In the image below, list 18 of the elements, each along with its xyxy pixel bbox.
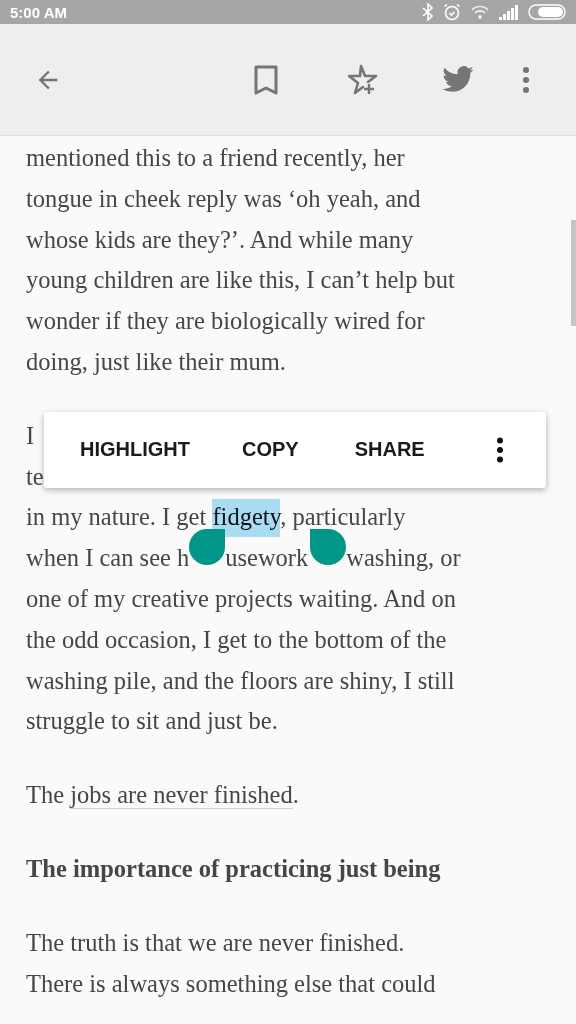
bluetooth-icon: [422, 3, 434, 21]
wifi-icon: [470, 4, 490, 20]
section-heading: The importance of practicing just being: [26, 853, 442, 884]
article-link[interactable]: jobs are never finished: [70, 781, 293, 810]
selection-handle[interactable]: [310, 528, 347, 565]
menu-action[interactable]: COPY: [228, 430, 313, 470]
more-vert-icon[interactable]: [496, 436, 504, 463]
battery-icon: [528, 4, 566, 20]
article-paragraph: The truth is that we are never finished. There is always something else that could: [26, 927, 437, 999]
selected-text: fidgety: [212, 499, 281, 538]
signal-icon: [499, 4, 519, 20]
alarm-icon: [443, 3, 461, 21]
selection-handle[interactable]: [189, 528, 226, 565]
menu-action[interactable]: HIGHLIGHT: [66, 430, 204, 470]
article-paragraph: mentioned this to a friend recently, her tongue in cheek reply was ‘oh yeah, and whose kids are they?’. And while many young children are like this, I can’t help but wonder if they are biologically wired for doing, just like their mum.: [26, 143, 456, 377]
status-time: 5:00 AM: [10, 3, 67, 21]
article-paragraph: The jobs are never finished.: [26, 780, 300, 812]
menu-action[interactable]: SHARE: [340, 430, 439, 470]
